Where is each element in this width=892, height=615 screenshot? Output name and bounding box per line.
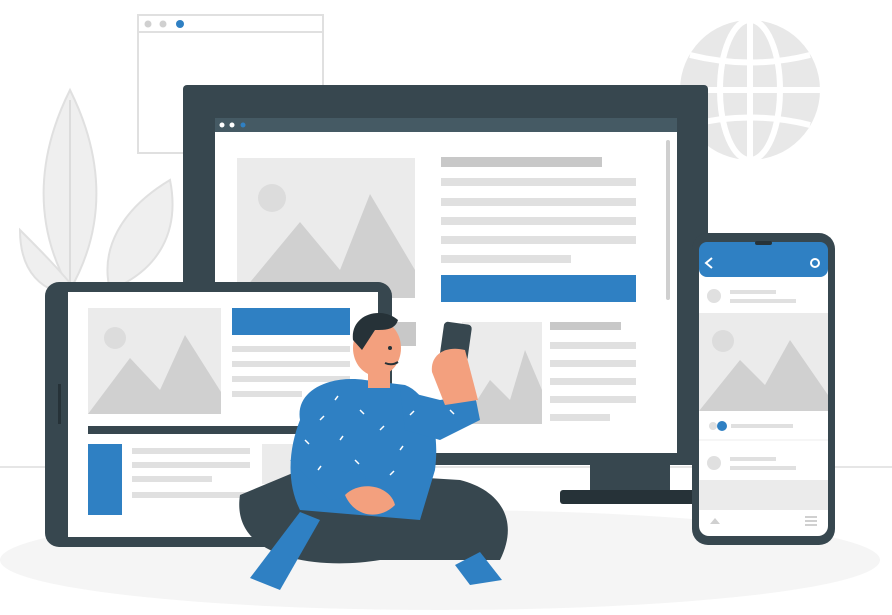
image-icon — [88, 308, 221, 414]
scrollbar — [666, 140, 670, 300]
phone-notch — [755, 241, 772, 245]
image-icon — [699, 313, 828, 411]
tablet-side-block — [88, 444, 122, 515]
image-icon — [237, 158, 415, 298]
avatar-icon — [707, 456, 721, 470]
illustration — [0, 14, 892, 610]
tablet-header-block — [232, 308, 350, 335]
cta-button[interactable] — [441, 275, 636, 302]
avatar-icon — [707, 289, 721, 303]
smartphone — [692, 233, 835, 545]
phone-app-bar — [699, 242, 828, 277]
heading-bar — [441, 157, 602, 167]
illustration-canvas — [0, 0, 892, 615]
browser-toolbar — [215, 118, 677, 132]
